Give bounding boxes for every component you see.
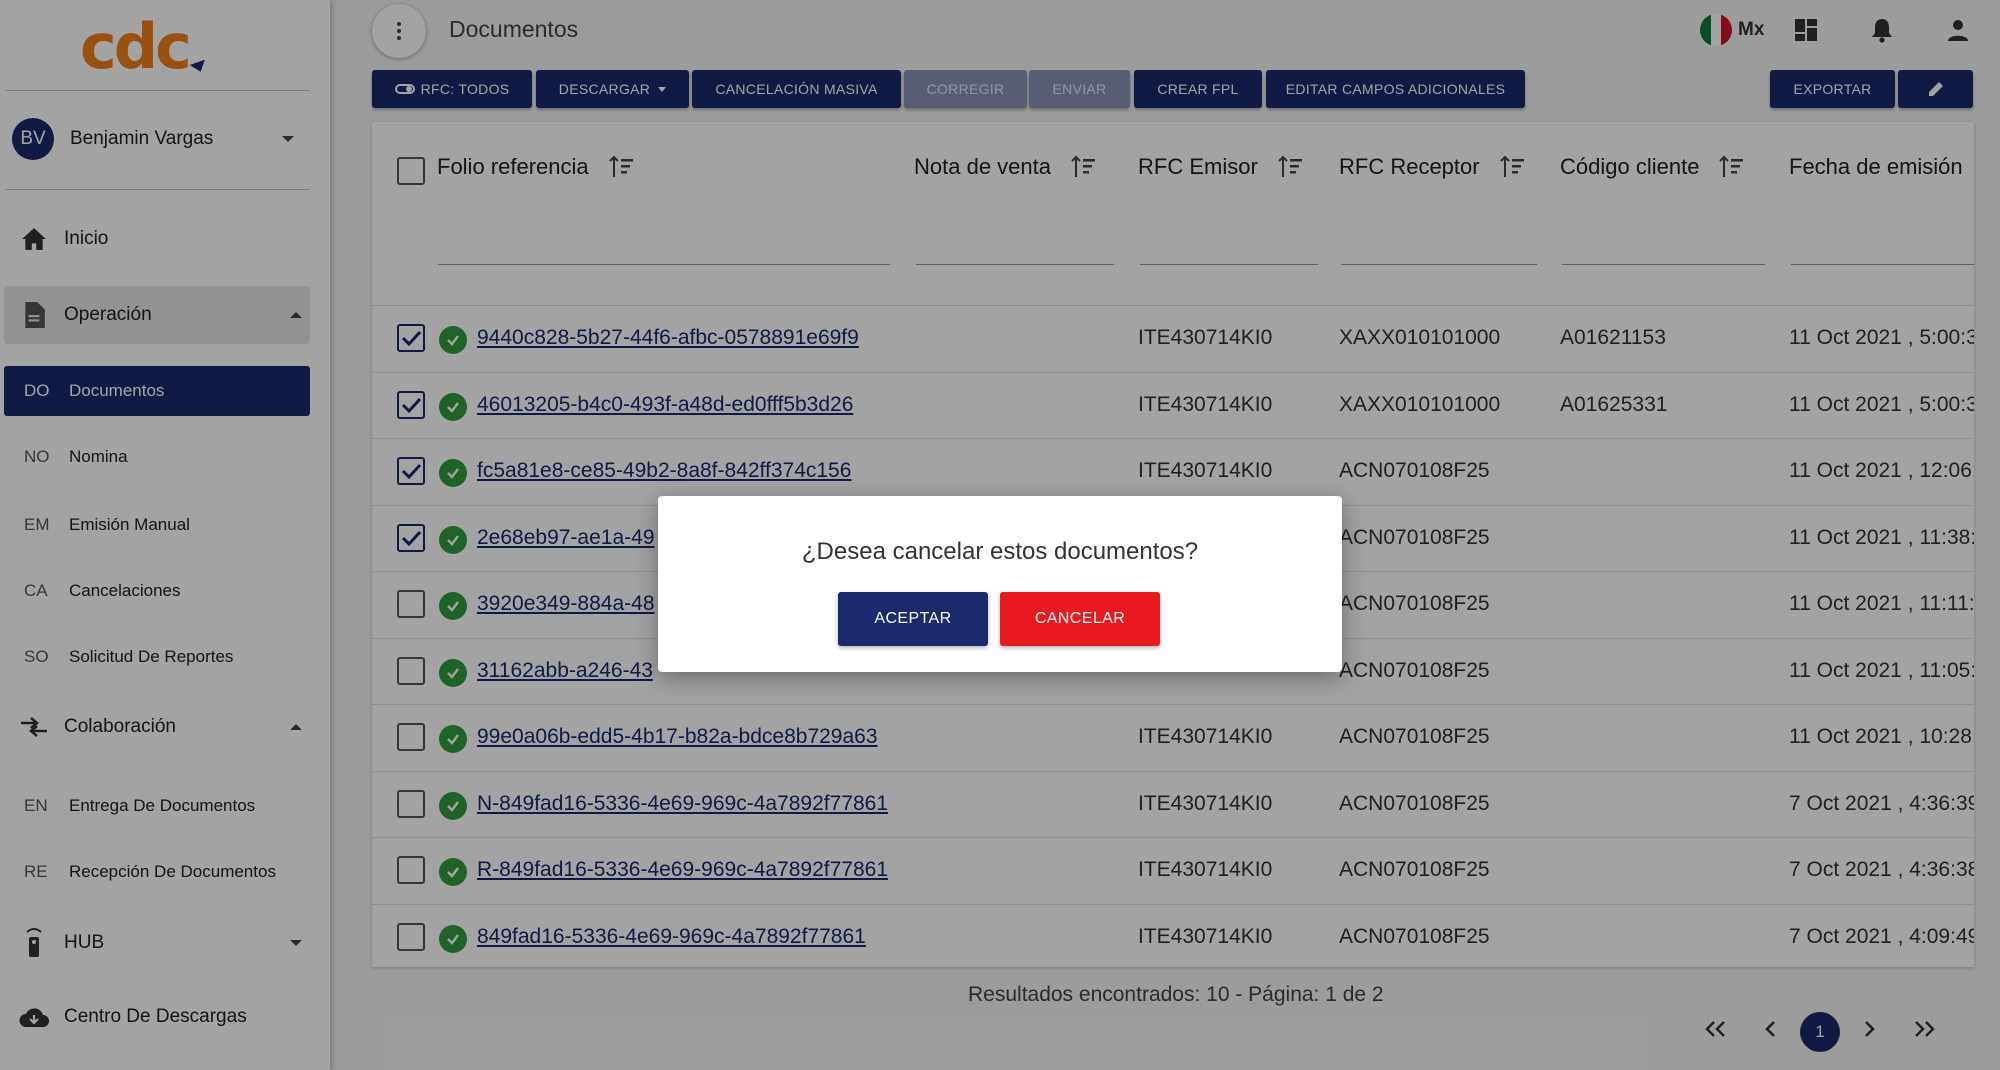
accept-button[interactable]: ACEPTAR <box>838 592 988 646</box>
dialog-question: ¿Desea cancelar estos documentos? <box>801 538 1199 565</box>
confirm-dialog: ¿Desea cancelar estos documentos? ACEPTA… <box>658 496 1342 672</box>
cancel-button[interactable]: CANCELAR <box>1000 592 1160 646</box>
accept-label: ACEPTAR <box>874 610 952 627</box>
cancel-label: CANCELAR <box>1034 610 1126 627</box>
